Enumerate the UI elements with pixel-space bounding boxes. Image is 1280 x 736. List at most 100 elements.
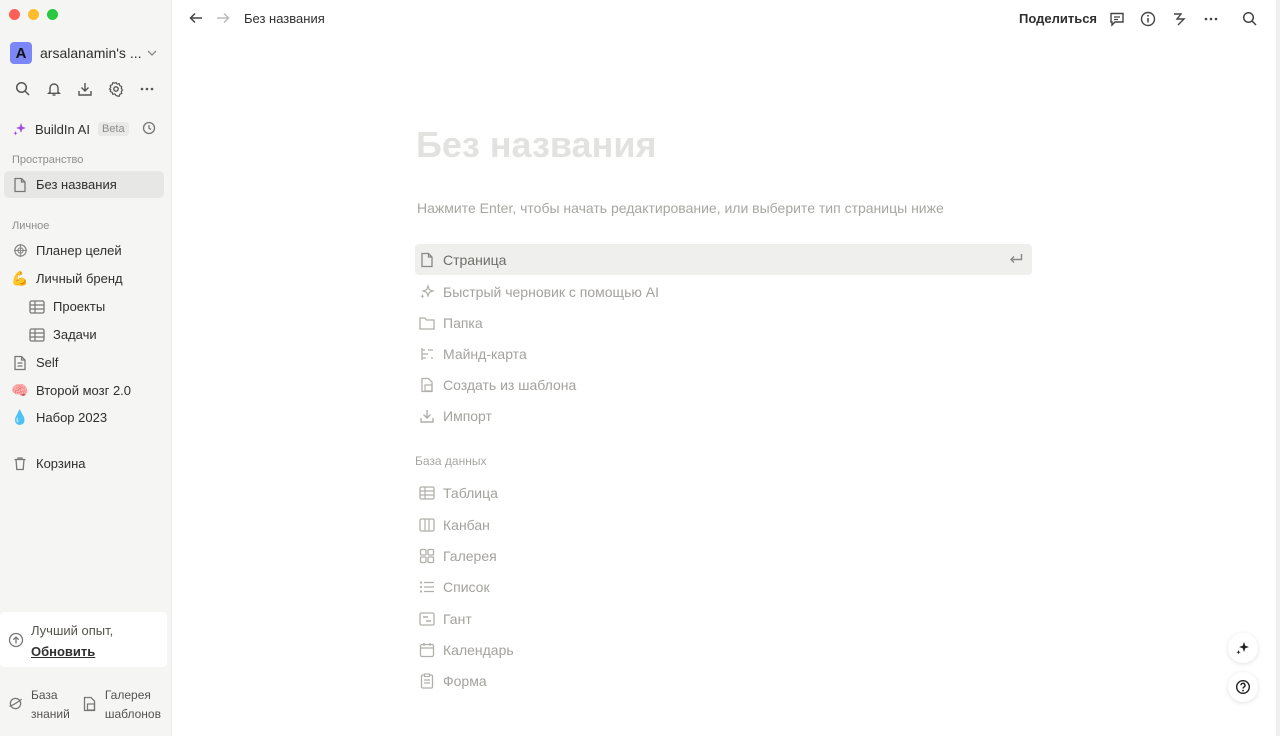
- ai-label: BuildIn AI: [35, 121, 90, 137]
- option-form[interactable]: Форма: [415, 665, 1032, 696]
- more-icon[interactable]: [1201, 9, 1221, 29]
- sidebar-item-untitled[interactable]: Без названия: [4, 171, 164, 198]
- sidebar-item-label: Планер целей: [36, 243, 122, 258]
- scrollbar[interactable]: [1276, 0, 1280, 736]
- beta-badge: Beta: [97, 122, 129, 136]
- sidebar-item-goal-planner[interactable]: Планер целей: [4, 237, 164, 264]
- list-icon: [419, 579, 435, 595]
- sidebar-item-label: Без названия: [36, 177, 117, 192]
- bottom-links: База знаний Галерея шаблонов: [8, 686, 170, 724]
- kb-line-1: База: [31, 688, 58, 702]
- page-icon: [12, 355, 28, 371]
- sidebar-item-personal-brand[interactable]: 💪 Личный бренд: [4, 265, 164, 292]
- workspace-switcher[interactable]: A arsalanamin's ...: [10, 41, 162, 65]
- option-table[interactable]: Таблица: [415, 477, 1032, 508]
- sidebar-item-tasks[interactable]: Задачи: [4, 321, 164, 348]
- option-label: Майнд-карта: [443, 345, 527, 362]
- sidebar-item-label: Набор 2023: [36, 410, 108, 425]
- option-page[interactable]: Страница: [415, 244, 1032, 275]
- buildin-ai-item[interactable]: BuildIn AI Beta: [12, 118, 160, 140]
- trash-icon: [12, 456, 28, 472]
- option-label: Список: [443, 578, 490, 595]
- arrow-left-icon[interactable]: [188, 10, 204, 26]
- brain-icon: 🧠: [11, 382, 29, 398]
- option-list[interactable]: Список: [415, 571, 1032, 602]
- upgrade-card: Лучший опыт, Обновить: [0, 612, 167, 667]
- upgrade-text: Лучший опыт,: [31, 623, 114, 638]
- sidebar-item-label: Self: [36, 355, 59, 370]
- book-icon: [8, 696, 23, 711]
- folder-icon: [419, 315, 435, 331]
- option-label: Гант: [443, 610, 472, 627]
- sidebar-item-self[interactable]: Self: [4, 349, 164, 376]
- search-icon[interactable]: [13, 79, 33, 99]
- option-label: Календарь: [443, 641, 514, 658]
- page-icon: [12, 177, 28, 193]
- sidebar-item-label: Задачи: [53, 327, 97, 342]
- option-folder[interactable]: Папка: [415, 307, 1032, 338]
- window-controls: [9, 9, 58, 20]
- calendar-icon: [419, 642, 435, 658]
- maximize-window-button[interactable]: [47, 9, 58, 20]
- gear-icon[interactable]: [106, 79, 126, 99]
- option-calendar[interactable]: Календарь: [415, 634, 1032, 665]
- option-mindmap[interactable]: Майнд-карта: [415, 338, 1032, 369]
- page-hint: Нажмите Enter, чтобы начать редактирован…: [417, 200, 944, 216]
- space-section-label: Пространство: [12, 154, 84, 166]
- option-label: Страница: [443, 251, 507, 268]
- option-gantt[interactable]: Гант: [415, 603, 1032, 634]
- option-import[interactable]: Импорт: [415, 400, 1032, 431]
- template-icon: [82, 696, 97, 712]
- comment-icon[interactable]: [1107, 9, 1127, 29]
- search-icon[interactable]: [1240, 9, 1260, 29]
- template-icon: [419, 377, 435, 393]
- option-from-template[interactable]: Создать из шаблона: [415, 369, 1032, 400]
- breadcrumb[interactable]: Без названия: [244, 11, 325, 26]
- option-label: Галерея: [443, 547, 497, 564]
- option-ai-draft[interactable]: Быстрый черновик с помощью AI: [415, 276, 1032, 307]
- close-window-button[interactable]: [9, 9, 20, 20]
- mindmap-icon: [419, 346, 435, 362]
- option-kanban[interactable]: Канбан: [415, 509, 1032, 540]
- help-button[interactable]: [1228, 672, 1258, 702]
- share-button[interactable]: Поделиться: [1019, 11, 1097, 26]
- more-icon[interactable]: [137, 79, 157, 99]
- info-icon[interactable]: [1138, 9, 1158, 29]
- option-gallery[interactable]: Галерея: [415, 540, 1032, 571]
- arrow-up-circle-icon: [8, 632, 24, 648]
- topbar: Без названия Поделиться: [172, 0, 1280, 38]
- workspace-avatar: A: [10, 42, 32, 64]
- sidebar-item-trash[interactable]: Корзина: [4, 450, 164, 477]
- workspace-name: arsalanamin's ...: [40, 45, 142, 61]
- gantt-icon: [419, 611, 435, 627]
- sidebar-item-second-brain[interactable]: 🧠 Второй мозг 2.0: [4, 377, 164, 404]
- database-section-label: База данных: [415, 454, 487, 468]
- sparkle-icon: [12, 121, 28, 137]
- sidebar-item-set-2023[interactable]: 💧 Набор 2023: [4, 404, 164, 431]
- download-icon[interactable]: [75, 79, 95, 99]
- option-label: Таблица: [443, 484, 498, 501]
- option-label: Быстрый черновик с помощью AI: [443, 283, 659, 300]
- bell-icon[interactable]: [44, 79, 64, 99]
- ai-assistant-button[interactable]: [1228, 633, 1258, 663]
- sidebar-item-label: Проекты: [53, 299, 106, 314]
- flexed-biceps-icon: 💪: [11, 270, 29, 286]
- arrow-right-icon[interactable]: [215, 10, 231, 26]
- sidebar-item-projects[interactable]: Проекты: [4, 293, 164, 320]
- tpl-line-1: Галерея: [104, 688, 151, 702]
- knowledge-base-link[interactable]: База знаний: [8, 686, 70, 724]
- updates-icon[interactable]: [1170, 9, 1190, 29]
- page-title-input[interactable]: Без названия: [416, 124, 656, 166]
- option-label: Форма: [443, 672, 487, 689]
- minimize-window-button[interactable]: [28, 9, 39, 20]
- upgrade-link[interactable]: Обновить: [31, 644, 95, 659]
- droplet-icon: 💧: [11, 409, 29, 425]
- template-gallery-link[interactable]: Галерея шаблонов: [82, 686, 161, 724]
- history-icon[interactable]: [142, 121, 156, 135]
- table-icon: [29, 327, 45, 343]
- sidebar-item-label: Второй мозг 2.0: [36, 383, 132, 398]
- gallery-icon: [419, 548, 435, 564]
- sidebar-item-label: Личный бренд: [36, 271, 123, 286]
- option-label: Папка: [443, 314, 483, 331]
- sparkle-icon: [419, 283, 435, 300]
